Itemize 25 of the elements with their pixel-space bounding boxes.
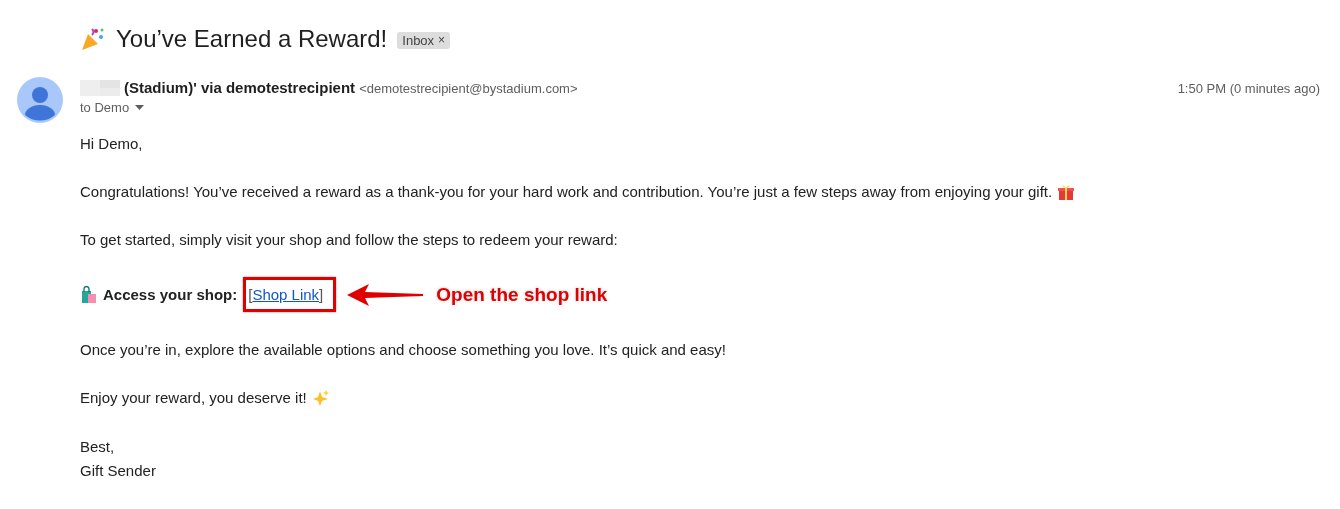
recipients-dropdown[interactable]: to Demo	[80, 100, 145, 115]
email-time: 1:50 PM (0 minutes ago)	[1177, 81, 1320, 96]
sender-email: <demotestrecipient@bystadium.com>	[359, 81, 578, 96]
shop-label: Access your shop:	[103, 285, 238, 305]
sender-name: (Stadium)' via demotestrecipient	[124, 79, 356, 96]
arrow-icon	[347, 282, 424, 307]
annotation-text: Open the shop link	[436, 284, 608, 305]
signature-line: Gift Sender	[80, 461, 157, 481]
sparkles-icon	[311, 388, 330, 407]
remove-label-button[interactable]: ×	[438, 32, 446, 48]
shopping-bags-icon	[80, 285, 98, 304]
bracket: [	[248, 285, 253, 305]
avatar-icon	[17, 77, 63, 123]
body-paragraph: Once you’re in, explore the available options and choose something you love. It’s quick and easy!	[80, 340, 726, 360]
body-paragraph: To get started, simply visit your shop and follow the steps to redeem your reward:	[80, 230, 618, 250]
party-popper-icon	[80, 26, 106, 52]
body-paragraph: Congratulations! You’ve received a reward as a thank-you for your hard work and contribution. You’re just a few steps away from enjoying your gift.	[80, 182, 1053, 202]
redacted-block	[80, 79, 120, 96]
signature-line: Best,	[80, 437, 116, 457]
body-paragraph: Hi Demo,	[80, 134, 143, 154]
caret-icon	[135, 105, 145, 110]
inbox-label: Inbox ×	[397, 31, 451, 49]
bracket: ]	[319, 285, 324, 305]
email-subject: You’ve Earned a Reward!	[116, 25, 388, 53]
body-paragraph: Enjoy your reward, you deserve it!	[80, 388, 307, 408]
